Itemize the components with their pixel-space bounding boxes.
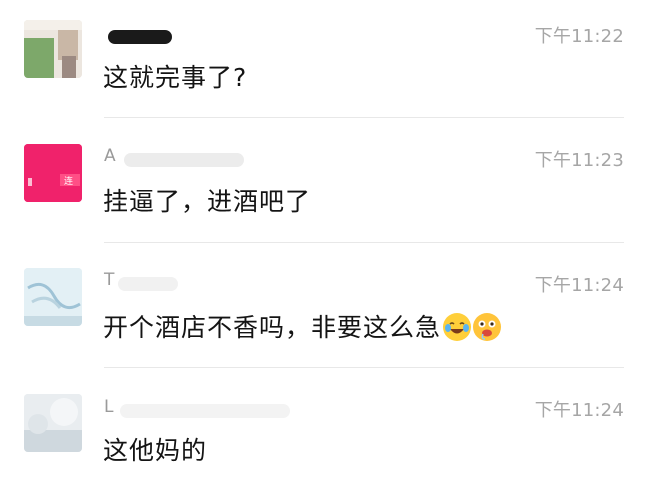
crying-laughing-emoji-icon [443,313,472,341]
avatar[interactable]: 连 [24,144,82,202]
avatar-blurred-icon [24,394,82,452]
divider [104,117,624,118]
avatar-photo-icon [24,20,82,78]
avatar-sky-icon [24,268,82,326]
comment-item[interactable]: L 下午11:24 这他妈的 [0,372,650,496]
comment-text: 挂逼了，进酒吧了 [103,187,312,216]
timestamp: 下午11:24 [534,400,624,421]
username[interactable]: L [104,396,113,418]
timestamp: 下午11:23 [534,150,624,171]
avatar[interactable] [24,394,82,452]
divider [104,367,624,368]
comment-text: 这就完事了? [103,63,248,92]
username[interactable]: T [104,269,114,291]
username-blurred [108,30,172,44]
avatar-overlay-text: 连 [64,177,74,187]
avatar-pink-icon [24,144,82,202]
avatar[interactable] [24,268,82,326]
divider [104,242,624,243]
username-blurred [124,153,244,167]
avatar[interactable] [24,20,82,78]
comment-item[interactable]: T 下午11:24 开个酒店不香吗，非要这么急 [0,248,650,372]
comment-item[interactable]: 下午11:22 这就完事了? [0,0,650,124]
username[interactable]: A [104,145,116,167]
comment-text: 这他妈的 [103,436,208,465]
comment-text-body: 开个酒店不香吗，非要这么急 [103,313,442,342]
username-blurred [120,404,290,418]
username-blurred [118,277,178,291]
drooling-face-emoji-icon [473,313,502,341]
comment-item[interactable]: 连 A 下午11:23 挂逼了，进酒吧了 [0,124,650,248]
timestamp: 下午11:24 [534,275,624,296]
timestamp: 下午11:22 [534,26,624,47]
comment-text: 开个酒店不香吗，非要这么急 [103,308,502,344]
